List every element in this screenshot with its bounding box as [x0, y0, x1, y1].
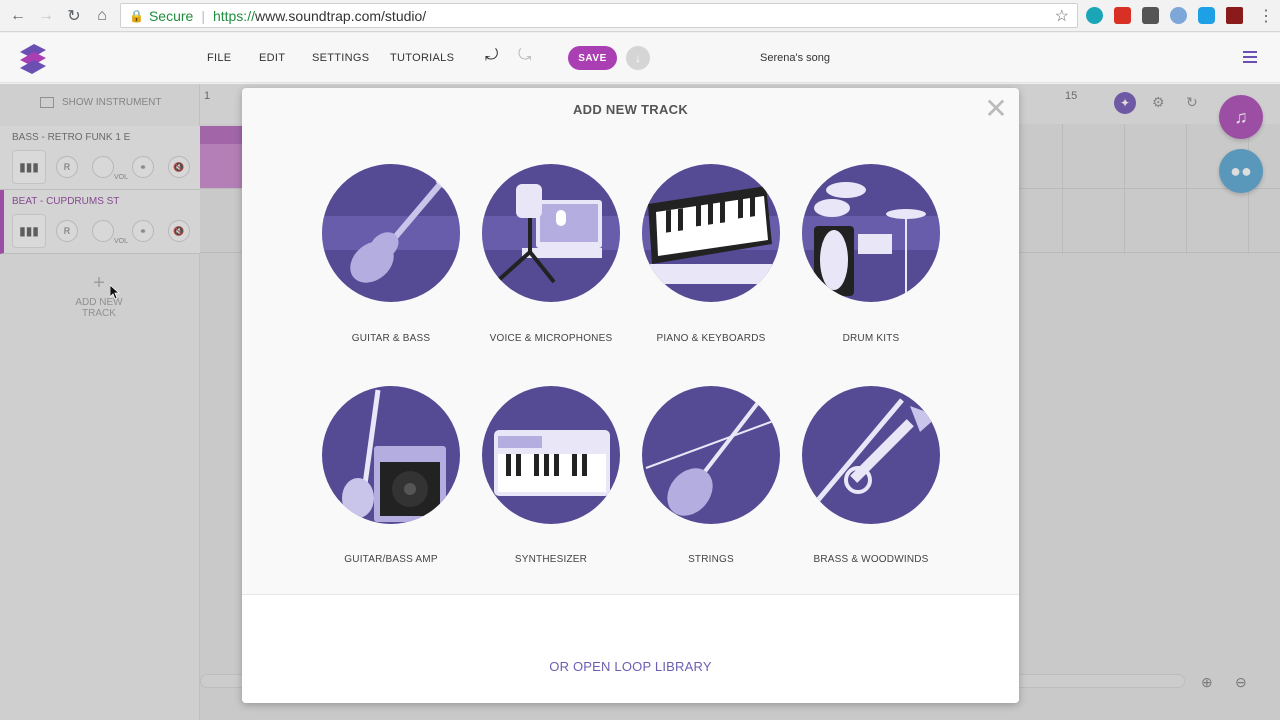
bookmark-star-icon[interactable]: ☆ — [1055, 6, 1069, 26]
download-icon[interactable]: ↓ — [626, 46, 650, 70]
tile-label: GUITAR & BASS — [351, 333, 431, 344]
drum-kit-icon — [802, 164, 940, 302]
piano-keyboard-icon — [642, 164, 780, 302]
back-arrow-icon[interactable]: ← — [4, 2, 32, 30]
url-scheme: https:// — [212, 7, 255, 24]
tile-voice-microphones[interactable]: VOICE & MICROPHONES — [476, 164, 626, 344]
menu-file[interactable]: FILE — [207, 52, 231, 64]
redo-icon[interactable]: ⤿ — [518, 47, 531, 65]
extension-icon[interactable] — [1170, 7, 1187, 24]
mouse-cursor-icon — [110, 285, 120, 299]
dialog-footer: OR OPEN LOOP LIBRARY — [242, 594, 1019, 703]
open-loop-library-link[interactable]: OR OPEN LOOP LIBRARY — [242, 659, 1019, 674]
forward-arrow-icon[interactable]: → — [32, 2, 60, 30]
secure-label: Secure — [148, 7, 194, 24]
trumpet-icon — [802, 386, 940, 524]
menu-tutorials[interactable]: TUTORIALS — [390, 52, 454, 64]
extension-icon[interactable] — [1226, 7, 1243, 24]
tile-label: BRASS & WOODWINDS — [813, 554, 929, 565]
menu-edit[interactable]: EDIT — [259, 52, 285, 64]
microphone-icon — [482, 164, 620, 302]
amplifier-icon — [322, 386, 460, 524]
tile-label: SYNTHESIZER — [514, 554, 588, 565]
url-text: www.soundtrap.com/studio/ — [254, 7, 427, 24]
tile-label: STRINGS — [688, 554, 734, 565]
app-header: FILE EDIT SETTINGS TUTORIALS ⤾ ⤿ SAVE ↓ … — [0, 33, 1280, 83]
reload-icon[interactable]: ↻ — [60, 2, 88, 30]
tile-label: GUITAR/BASS AMP — [344, 554, 438, 565]
extension-icon[interactable] — [1086, 7, 1103, 24]
add-new-track-dialog: ADD NEW TRACK ✕ GUITAR & BASS VOICE & MI… — [242, 88, 1019, 703]
save-button[interactable]: SAVE — [568, 46, 617, 70]
tile-guitar-bass[interactable]: GUITAR & BASS — [316, 164, 466, 344]
electric-guitar-icon — [322, 164, 460, 302]
divider: | — [201, 7, 205, 24]
close-icon[interactable]: ✕ — [984, 95, 1008, 123]
dialog-title: ADD NEW TRACK — [572, 102, 689, 117]
hamburger-menu-icon[interactable] — [1243, 51, 1257, 63]
tile-piano-keyboards[interactable]: PIANO & KEYBOARDS — [636, 164, 786, 344]
skype-icon[interactable] — [1198, 7, 1215, 24]
violin-icon — [642, 386, 780, 524]
synthesizer-icon — [482, 386, 620, 524]
undo-icon[interactable]: ⤾ — [485, 47, 498, 65]
address-bar[interactable]: 🔒 Secure | https://www.soundtrap.com/stu… — [120, 3, 1078, 28]
menu-settings[interactable]: SETTINGS — [312, 52, 369, 64]
pocket-icon[interactable] — [1142, 7, 1159, 24]
home-icon[interactable]: ⌂ — [88, 2, 116, 30]
browser-menu-icon[interactable]: ⋮ — [1258, 6, 1274, 26]
tile-strings[interactable]: STRINGS — [636, 386, 786, 565]
extension-icon[interactable] — [1114, 7, 1131, 24]
browser-toolbar: ← → ↻ ⌂ 🔒 Secure | https://www.soundtrap… — [0, 0, 1280, 32]
tile-drum-kits[interactable]: DRUM KITS — [796, 164, 946, 344]
tile-brass-woodwinds[interactable]: BRASS & WOODWINDS — [796, 386, 946, 565]
tile-guitar-bass-amp[interactable]: GUITAR/BASS AMP — [316, 386, 466, 565]
tile-label: PIANO & KEYBOARDS — [656, 333, 766, 344]
song-title[interactable]: Serena's song — [760, 52, 830, 64]
tile-label: VOICE & MICROPHONES — [489, 333, 613, 344]
lock-icon: 🔒 — [129, 8, 144, 23]
soundtrap-logo-icon[interactable] — [18, 42, 48, 74]
tile-label: DRUM KITS — [842, 333, 900, 344]
tile-synthesizer[interactable]: SYNTHESIZER — [476, 386, 626, 565]
